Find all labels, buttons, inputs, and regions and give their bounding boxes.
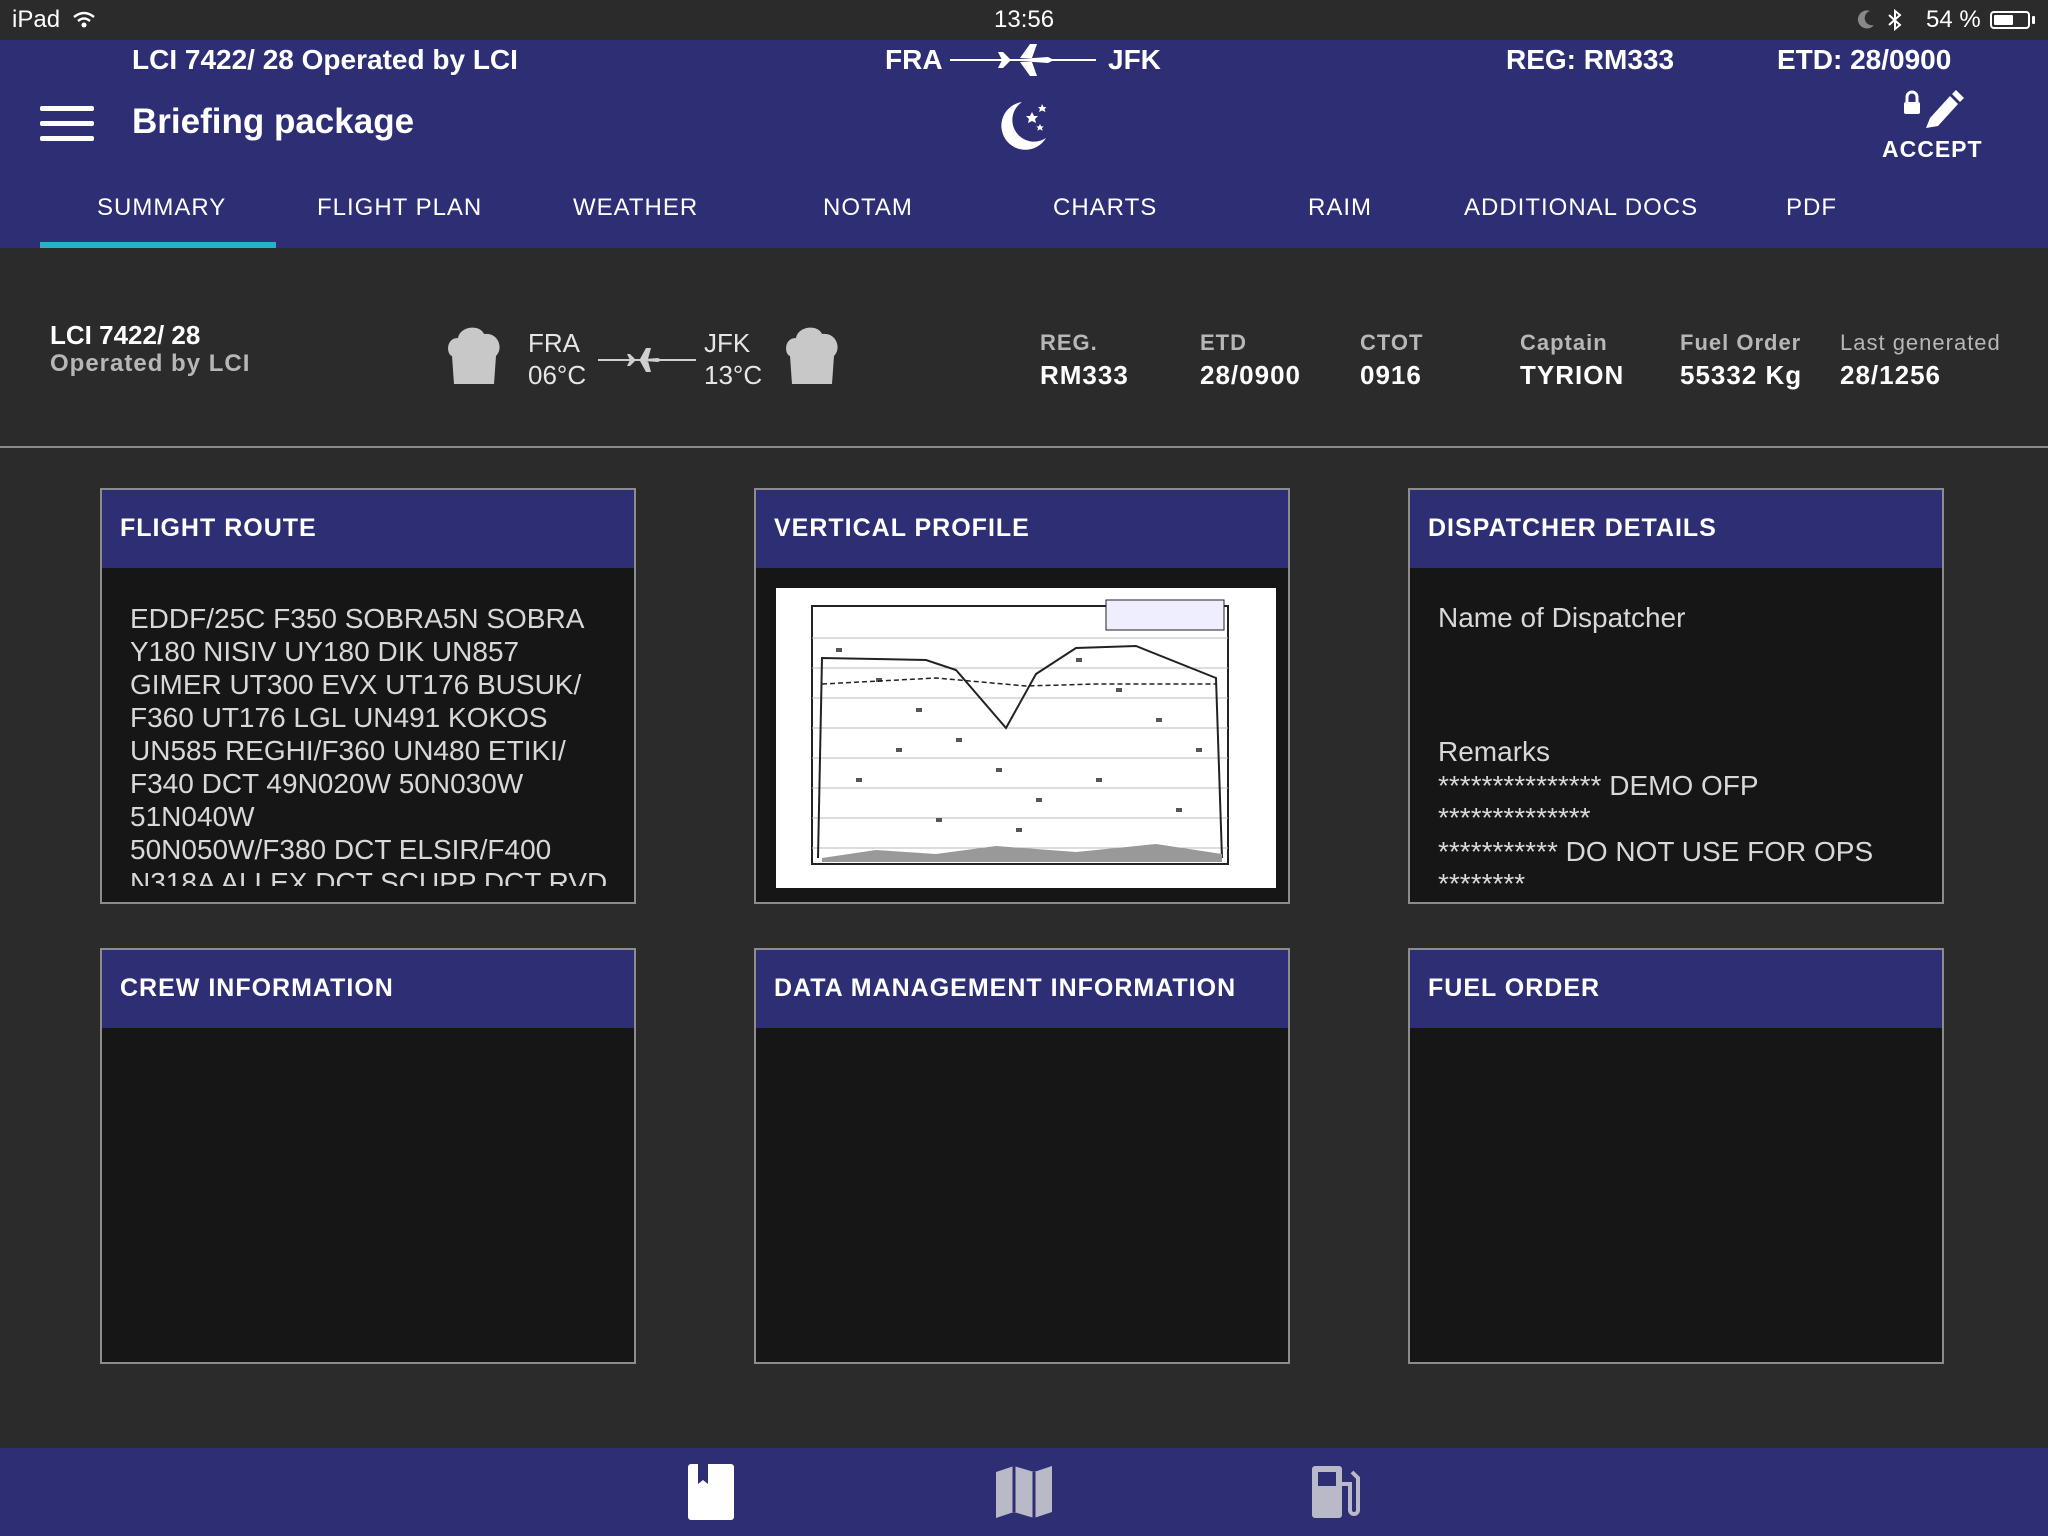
route-line: GIMER UT300 EVX UT176 BUSUK/ <box>130 669 582 700</box>
etd-label: ETD <box>1200 330 1247 355</box>
app-header: Briefing package ACCEPT SUMMARY FLIGHT P… <box>0 80 2048 248</box>
tab-pdf[interactable]: PDF <box>1786 194 1837 222</box>
wifi-icon <box>73 11 95 28</box>
route-line: F360 UT176 LGL UN491 KOKOS <box>130 702 548 733</box>
remarks-label: Remarks <box>1438 736 1551 767</box>
remarks-line: ************** <box>1438 802 1591 833</box>
fuel-order-value: 55332 Kg <box>1680 360 1803 390</box>
route-line: N318A ALLEX DCT SCUPP DCT RVD <box>130 867 608 886</box>
ctot-value: 0916 <box>1360 360 1422 390</box>
card-header: VERTICAL PROFILE <box>756 490 1288 568</box>
card-body <box>1410 1028 1942 1362</box>
card-body <box>756 1028 1288 1362</box>
reg-label: REG. <box>1040 330 1098 355</box>
tab-charts[interactable]: CHARTS <box>1053 194 1157 222</box>
etd-value: 28/0900 <box>1200 360 1301 390</box>
battery-icon <box>1990 11 2030 29</box>
route-line: EDDF/25C F350 SOBRA5N SOBRA <box>130 603 585 634</box>
card-body: EDDF/25C F350 SOBRA5N SOBRA Y180 NISIV U… <box>102 568 634 886</box>
summary-origin: FRA <box>528 328 580 358</box>
etd: ETD: 28/0900 <box>1777 44 1952 75</box>
bottom-tab-bar <box>0 1448 2048 1536</box>
fuel-order-label: Fuel Order <box>1680 330 1802 355</box>
origin-code: FRA <box>885 44 943 75</box>
fuel-pump-icon[interactable] <box>1308 1462 1364 1522</box>
summary-destination-temp: 13°C <box>704 360 763 390</box>
summary-origin-temp: 06°C <box>528 360 587 390</box>
crew-information-card[interactable]: CREW INFORMATION <box>100 948 636 1364</box>
summary-destination: JFK <box>704 328 751 358</box>
tab-raim[interactable]: RAIM <box>1308 194 1372 222</box>
route-line: UN585 REGHI/F360 UN480 ETIKI/ <box>130 735 566 766</box>
remarks-line: *************** DEMO OFP <box>1438 770 1759 801</box>
tab-notam[interactable]: NOTAM <box>823 194 913 222</box>
remarks-line: ******** <box>1438 868 1526 899</box>
status-bar: iPad 13:56 54 % <box>0 0 2048 40</box>
flight-info-bar: LCI 7422/ 28 Operated by LCI FRA JFK REG… <box>0 40 2048 80</box>
tab-weather[interactable]: WEATHER <box>573 194 698 222</box>
hamburger-icon[interactable] <box>40 104 94 144</box>
fuel-order-card[interactable]: FUEL ORDER <box>1408 948 1944 1364</box>
moon-status-icon <box>1857 10 1874 29</box>
ctot-label: CTOT <box>1360 330 1424 355</box>
captain-value: TYRION <box>1520 360 1625 390</box>
card-header: FUEL ORDER <box>1410 950 1942 1028</box>
tab-flight-plan[interactable]: FLIGHT PLAN <box>317 194 482 222</box>
battery-percent: 54 % <box>1926 6 1981 33</box>
device-name: iPad <box>12 6 61 33</box>
flight-summary: LCI 7422/ 28 Operated by LCI FRA 06°C JF… <box>0 248 2048 448</box>
route-line: 51N040W <box>130 801 255 832</box>
route-line: Y180 NISIV UY180 DIK UN857 <box>130 636 520 667</box>
dispatcher-name-label: Name of Dispatcher <box>1438 602 1686 633</box>
card-header: CREW INFORMATION <box>102 950 634 1028</box>
accept-label: ACCEPT <box>1882 136 1983 162</box>
card-title: DISPATCHER DETAILS <box>1428 514 1717 542</box>
remarks-line: *********** DO NOT USE FOR OPS <box>1438 836 1874 867</box>
flight-route-card[interactable]: FLIGHT ROUTE EDDF/25C F350 SOBRA5N SOBRA… <box>100 488 636 904</box>
route-line: F340 DCT 49N020W 50N030W <box>130 768 524 799</box>
tab-summary[interactable]: SUMMARY <box>97 194 226 222</box>
summary-operator: Operated by LCI <box>50 350 251 377</box>
summary-plane-icon <box>598 348 696 372</box>
dispatcher-details-card[interactable]: DISPATCHER DETAILS Name of Dispatcher Re… <box>1408 488 1944 904</box>
map-icon[interactable] <box>994 1464 1054 1520</box>
route-line: 50N050W/F380 DCT ELSIR/F400 <box>130 834 552 865</box>
last-generated-label: Last generated <box>1840 330 2001 355</box>
summary-flight-number: LCI 7422/ 28 <box>50 320 201 350</box>
route-plane-icon <box>950 44 1096 76</box>
card-body: Name of Dispatcher Remarks *************… <box>1410 568 1942 902</box>
reg-value: RM333 <box>1040 360 1129 390</box>
data-management-card[interactable]: DATA MANAGEMENT INFORMATION <box>754 948 1290 1364</box>
page-title: Briefing package <box>132 102 415 141</box>
card-title: CREW INFORMATION <box>120 974 394 1002</box>
book-icon[interactable] <box>686 1462 736 1522</box>
flight-number: LCI 7422/ 28 Operated by LCI <box>132 44 518 75</box>
registration: REG: RM333 <box>1506 44 1675 75</box>
card-title: DATA MANAGEMENT INFORMATION <box>774 974 1237 1002</box>
captain-label: Captain <box>1520 330 1608 355</box>
vertical-profile-card[interactable]: VERTICAL PROFILE <box>754 488 1290 904</box>
card-body <box>756 568 1288 902</box>
card-header: FLIGHT ROUTE <box>102 490 634 568</box>
route-text: EDDF/25C F350 SOBRA5N SOBRA Y180 NISIV U… <box>130 602 610 886</box>
card-title: VERTICAL PROFILE <box>774 514 1030 542</box>
tab-additional-docs[interactable]: ADDITIONAL DOCS <box>1464 194 1698 222</box>
bluetooth-icon <box>1888 8 1902 32</box>
origin-weather-icon <box>448 327 500 384</box>
destination-code: JFK <box>1108 44 1161 75</box>
clock: 13:56 <box>994 6 1055 33</box>
moon-stars-icon[interactable] <box>994 98 1054 154</box>
card-title: FUEL ORDER <box>1428 974 1601 1002</box>
vertical-profile-thumbnail <box>776 588 1276 888</box>
card-header: DISPATCHER DETAILS <box>1410 490 1942 568</box>
card-title: FLIGHT ROUTE <box>120 514 317 542</box>
last-generated-value: 28/1256 <box>1840 360 1941 390</box>
card-body <box>102 1028 634 1362</box>
accept-button[interactable]: ACCEPT <box>1880 86 1984 166</box>
card-header: DATA MANAGEMENT INFORMATION <box>756 950 1288 1028</box>
pencil-lock-icon <box>1904 90 1964 128</box>
destination-weather-icon <box>786 327 838 384</box>
